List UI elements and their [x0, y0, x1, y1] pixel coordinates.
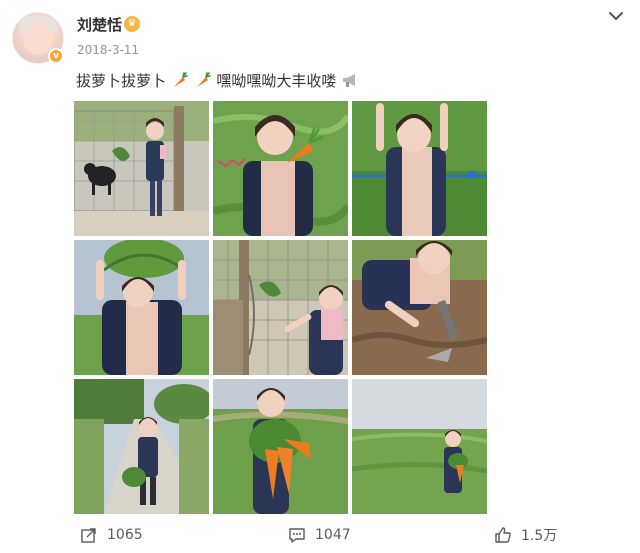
avatar-face	[23, 21, 53, 55]
post-date[interactable]: 2018-3-11	[77, 43, 139, 57]
photo-4[interactable]	[74, 240, 209, 375]
post-text-after: 嘿呦嘿呦大丰收喽	[216, 72, 337, 90]
chevron-down-icon[interactable]	[606, 6, 626, 26]
thumbs-up-icon	[495, 527, 511, 543]
username[interactable]: 刘楚恬	[77, 14, 122, 35]
photo-9[interactable]	[352, 379, 487, 514]
weibo-post-card: v 刘楚恬 ♛ 2018-3-11 拔萝卜拔萝卜 嘿呦嘿呦大丰收喽 1065 1…	[0, 0, 640, 553]
comment-action[interactable]: 1047	[288, 525, 351, 545]
photo-grid	[74, 101, 488, 515]
photo-7[interactable]	[74, 379, 209, 514]
crown-badge-icon[interactable]: ♛	[124, 16, 140, 32]
photo-6[interactable]	[352, 240, 487, 375]
like-action[interactable]: 1.5万	[494, 525, 557, 545]
share-count: 1065	[107, 527, 143, 543]
share-icon	[81, 528, 96, 543]
photo-1[interactable]	[74, 101, 209, 236]
post-text-before: 拔萝卜拔萝卜	[76, 72, 167, 90]
post-text: 拔萝卜拔萝卜 嘿呦嘿呦大丰收喽	[76, 70, 359, 91]
verified-v-icon: v	[48, 48, 64, 64]
photo-3[interactable]	[352, 101, 487, 236]
like-count: 1.5万	[521, 528, 558, 544]
comment-count: 1047	[315, 527, 351, 543]
megaphone-emoji-icon	[343, 74, 356, 87]
photo-2[interactable]	[213, 101, 348, 236]
comment-icon	[289, 528, 305, 543]
photo-8[interactable]	[213, 379, 348, 514]
carrot-emoji-icon	[196, 72, 211, 87]
share-action[interactable]: 1065	[80, 525, 143, 545]
photo-5[interactable]	[213, 240, 348, 375]
carrot-emoji-icon	[173, 72, 188, 87]
